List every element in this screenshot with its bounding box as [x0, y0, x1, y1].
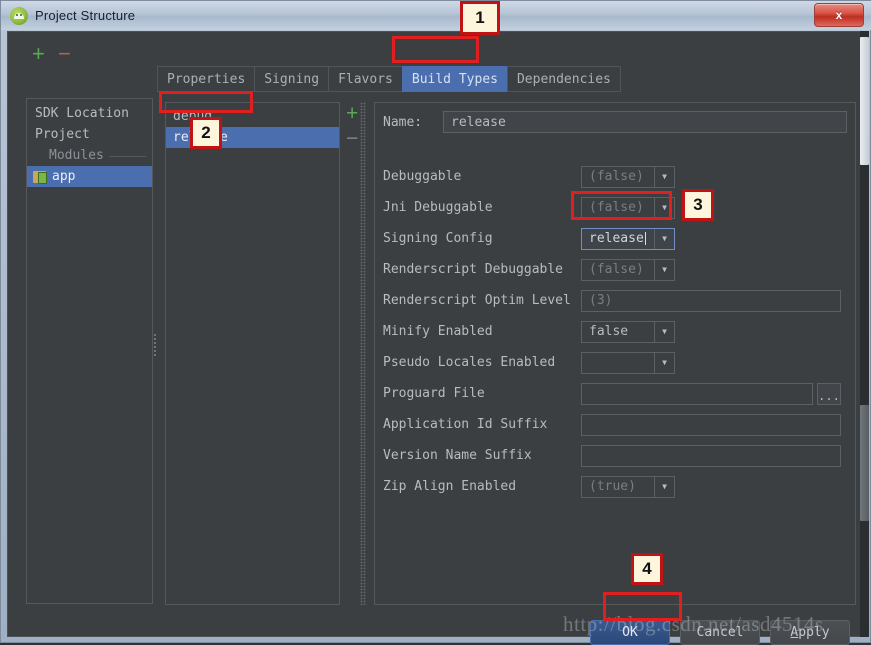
annotation-callout-1: 1 [460, 1, 500, 35]
row-renderscript-optim-level: Renderscript Optim Level (3) [383, 285, 849, 316]
row-debuggable: Debuggable (false) ▼ [383, 161, 849, 192]
name-label: Name: [383, 114, 423, 130]
add-build-type-button[interactable]: + [346, 103, 358, 124]
row-renderscript-debuggable: Renderscript Debuggable (false) ▼ [383, 254, 849, 285]
add-module-button[interactable]: + [32, 43, 45, 65]
sidebar-item-label: app [52, 169, 76, 184]
list-splitter-handle[interactable] [360, 102, 366, 605]
row-application-id-suffix: Application Id Suffix [383, 409, 849, 440]
row-label: Proguard File [383, 386, 485, 401]
row-label: Application Id Suffix [383, 417, 548, 432]
version-name-suffix-input[interactable] [581, 444, 841, 467]
sidebar-group-modules: Modules [27, 145, 152, 166]
annotation-callout-3: 3 [682, 189, 714, 221]
debuggable-combo[interactable]: (false) ▼ [581, 165, 675, 188]
row-label: Renderscript Optim Level [383, 293, 571, 308]
sidebar-group-label: Modules [49, 148, 109, 163]
watermark: http://blog.csdn.net/asd4514s [563, 612, 824, 636]
jni-debuggable-combo[interactable]: (false) ▼ [581, 196, 675, 219]
row-label: Minify Enabled [383, 324, 493, 339]
tab-build-types[interactable]: Build Types [401, 66, 507, 92]
tab-dependencies[interactable]: Dependencies [506, 66, 621, 92]
chevron-down-icon: ▼ [654, 197, 674, 218]
minify-enabled-combo[interactable]: false ▼ [581, 320, 675, 343]
proguard-file-input[interactable] [581, 382, 813, 405]
application-id-suffix-input[interactable] [581, 413, 841, 436]
pseudo-locales-enabled-combo[interactable]: ▼ [581, 351, 675, 374]
name-input[interactable]: release [443, 111, 847, 133]
sidebar-splitter-handle[interactable] [152, 332, 158, 356]
text-caret [644, 232, 646, 245]
project-structure-window: Project Structure x + − Properties Signi… [0, 0, 871, 645]
combo-value [582, 353, 654, 373]
chevron-down-icon: ▼ [654, 352, 674, 373]
annotation-callout-4: 4 [631, 553, 663, 585]
chevron-down-icon: ▼ [654, 166, 674, 187]
sidebar-item-app[interactable]: app [27, 166, 152, 187]
name-row: Name: release [383, 111, 847, 133]
window-scrollbar-thumb[interactable] [860, 37, 869, 165]
row-minify-enabled: Minify Enabled false ▼ [383, 316, 849, 347]
combo-value: false [589, 324, 629, 339]
chevron-down-icon: ▼ [654, 321, 674, 342]
chevron-down-icon: ▼ [654, 228, 674, 249]
sidebar-item-sdk-location[interactable]: SDK Location [27, 103, 152, 124]
zip-align-enabled-combo[interactable]: (true) ▼ [581, 475, 675, 498]
combo-value: (false) [589, 169, 644, 184]
row-pseudo-locales-enabled: Pseudo Locales Enabled ▼ [383, 347, 849, 378]
build-type-detail-panel: Name: release Debuggable (false) ▼ Jni D… [374, 102, 856, 605]
renderscript-optim-level-input[interactable]: (3) [581, 289, 841, 312]
remove-build-type-button[interactable]: − [346, 128, 358, 149]
tab-signing[interactable]: Signing [254, 66, 329, 92]
android-studio-icon [10, 6, 28, 25]
renderscript-debuggable-combo[interactable]: (false) ▼ [581, 258, 675, 281]
remove-module-button[interactable]: − [58, 43, 71, 65]
tab-properties[interactable]: Properties [157, 66, 255, 92]
module-icon [33, 170, 47, 184]
tab-strip: Properties Signing Flavors Build Types D… [157, 66, 621, 92]
row-label: Version Name Suffix [383, 448, 532, 463]
dialog-body: + − Properties Signing Flavors Build Typ… [7, 31, 863, 645]
window-title: Project Structure [35, 8, 136, 23]
row-label: Zip Align Enabled [383, 479, 517, 494]
combo-value: (false) [589, 200, 644, 215]
row-jni-debuggable: Jni Debuggable (false) ▼ [383, 192, 849, 223]
chevron-down-icon: ▼ [654, 259, 674, 280]
row-signing-config: Signing Config release ▼ [383, 223, 849, 254]
row-label: Jni Debuggable [383, 200, 493, 215]
row-proguard-file: Proguard File ... [383, 378, 849, 409]
close-icon[interactable]: x [814, 3, 864, 27]
row-version-name-suffix: Version Name Suffix [383, 440, 849, 471]
row-label: Signing Config [383, 231, 493, 246]
row-label: Pseudo Locales Enabled [383, 355, 556, 370]
chevron-down-icon: ▼ [654, 476, 674, 497]
title-bar: Project Structure x [1, 1, 871, 30]
build-types-list: debug release [165, 102, 340, 605]
tab-flavors[interactable]: Flavors [328, 66, 402, 92]
combo-value: (true) [589, 479, 636, 494]
window-scrollbar-thumb-secondary[interactable] [860, 405, 869, 521]
sidebar-item-project[interactable]: Project [27, 124, 152, 145]
row-label: Debuggable [383, 169, 462, 184]
row-zip-align-enabled: Zip Align Enabled (true) ▼ [383, 471, 849, 502]
annotation-callout-2: 2 [190, 117, 222, 149]
sidebar: SDK Location Project Modules app [26, 98, 153, 604]
combo-value: release [589, 231, 646, 246]
combo-value: (false) [589, 262, 644, 277]
browse-button[interactable]: ... [817, 382, 841, 405]
row-label: Renderscript Debuggable [383, 262, 564, 277]
property-rows: Debuggable (false) ▼ Jni Debuggable (fal… [383, 161, 849, 502]
signing-config-combo[interactable]: release ▼ [581, 227, 675, 250]
